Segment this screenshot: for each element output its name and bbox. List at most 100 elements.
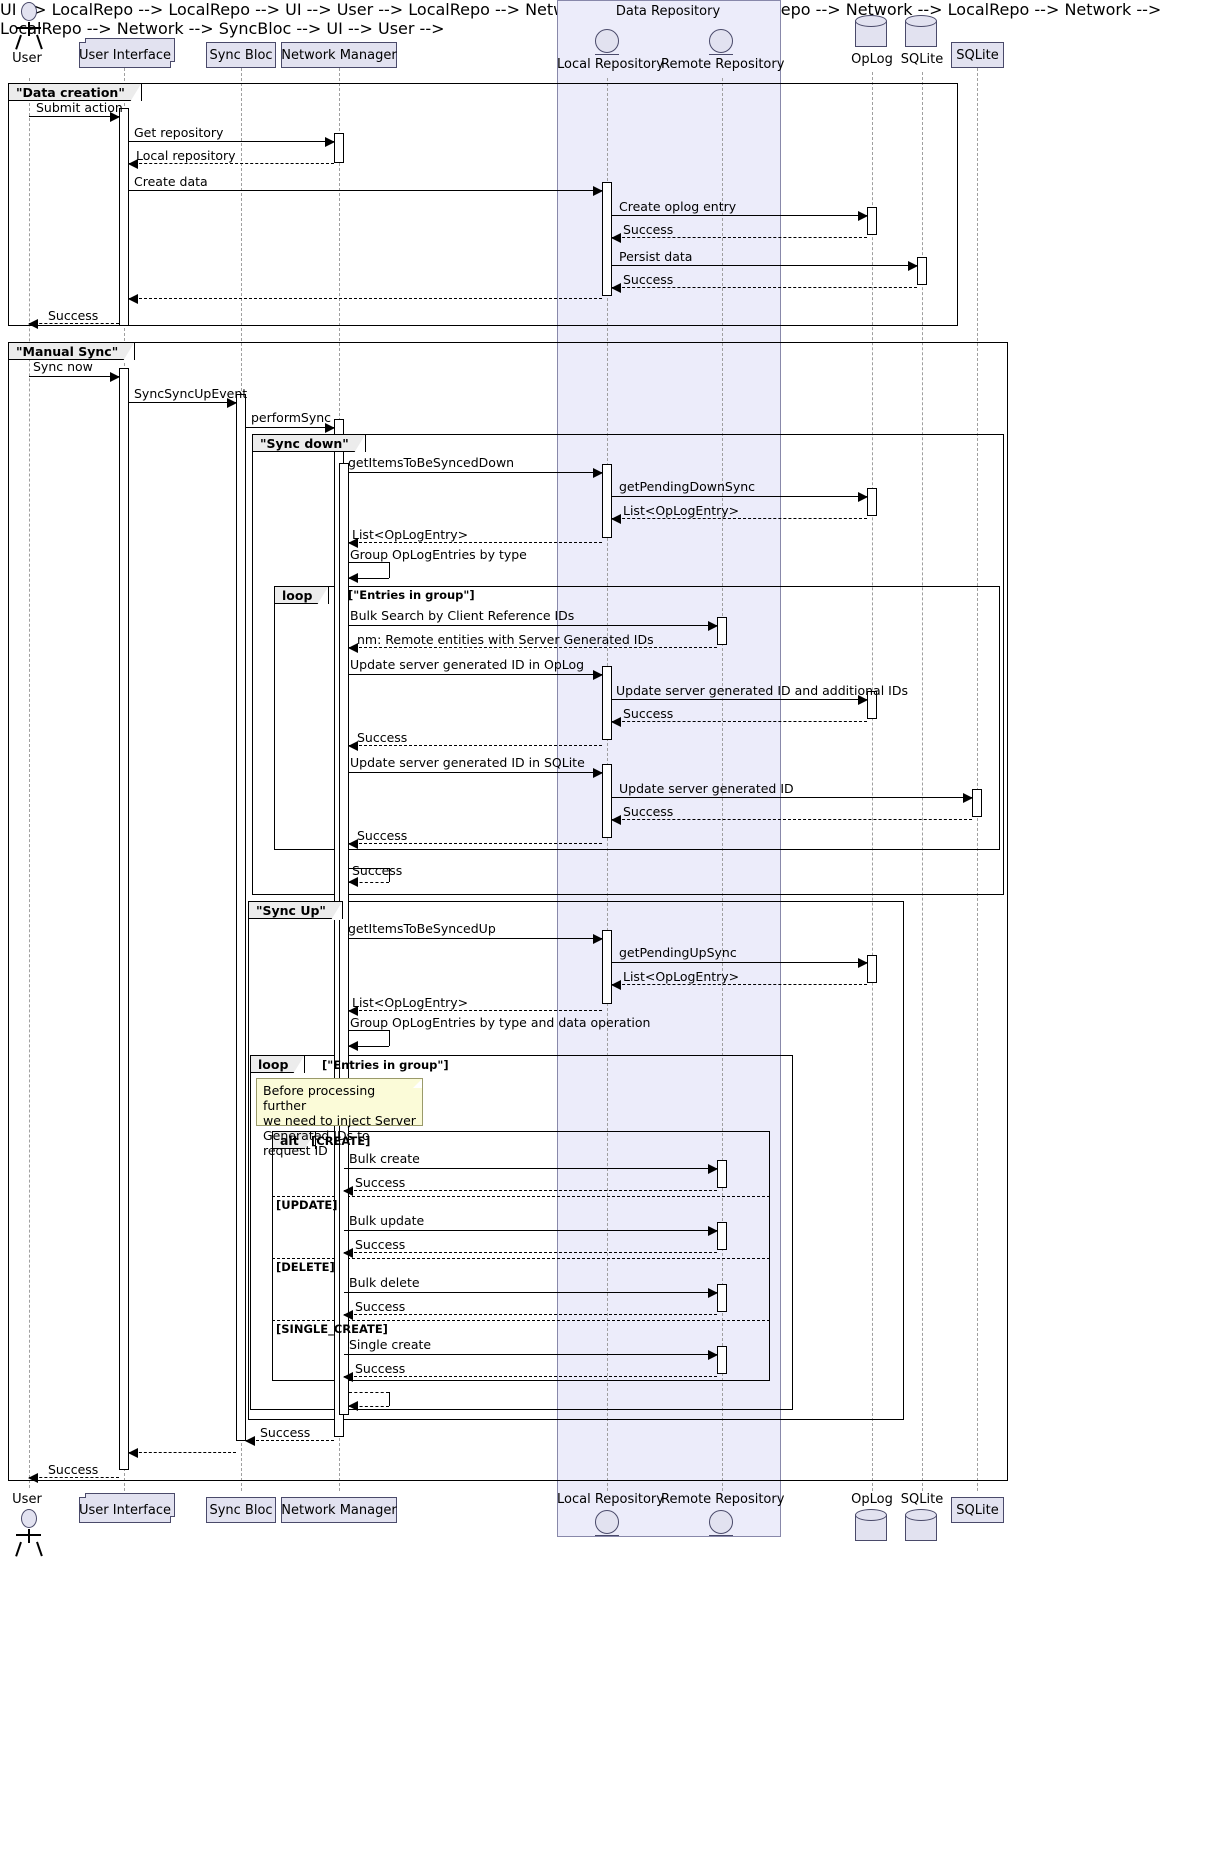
fragment-label-sync-up: "Sync Up": [248, 901, 343, 920]
message-success-bulk-create: [343, 1186, 717, 1196]
message-success-persist: [611, 283, 917, 293]
message-label-update-server-generated-id-and-additional-ids: Update server generated ID and additiona…: [616, 683, 908, 698]
message-single-create: [344, 1350, 718, 1360]
boundary-circle-icon: [595, 29, 619, 53]
message-syncsyncupevent: [129, 398, 237, 408]
arrowhead-left: [348, 1041, 358, 1051]
message-bulk-search-by-client-reference-ids: [349, 621, 718, 631]
message-label-success-oplog-update: Success: [623, 706, 674, 721]
boundary-bar-icon: [709, 54, 733, 55]
database-cylinder-icon: [855, 15, 889, 51]
message-success-manual-sync: [28, 1473, 119, 1483]
arrowhead-right: [858, 492, 868, 502]
boundary-circle-icon: [709, 1510, 733, 1534]
participant-sync-bloc-bottom[interactable]: Sync Bloc: [206, 1497, 276, 1523]
activation-oplog-create: [867, 207, 877, 235]
message-success-update-sqlite: [348, 839, 602, 849]
arrowhead-right: [593, 768, 603, 778]
fragment-label-sync-down: "Sync down": [252, 434, 366, 453]
participant-user-interface-top[interactable]: User Interface: [79, 38, 175, 68]
participant-local-repository-top[interactable]: Local Repository: [557, 29, 664, 72]
activation-syncbloc: [236, 394, 246, 1441]
activation-sqlitedb-persist: [917, 257, 927, 285]
fragment-label-manual-sync: "Manual Sync": [8, 342, 136, 361]
participant-remote-repository-bottom[interactable]: Remote Repository: [661, 1492, 784, 1536]
message-update-server-generated-id-in-sqlite: [349, 768, 603, 778]
message-label-bulk-update: Bulk update: [349, 1213, 425, 1228]
participant-oplog-bottom[interactable]: OpLog: [847, 1492, 897, 1545]
message-local-repository: [128, 159, 334, 169]
activation-localrepo-down: [602, 464, 612, 538]
arrowhead-left: [128, 1448, 138, 1458]
activation-oplog-up: [867, 955, 877, 983]
message-label-update-server-generated-id-in-sqlite: Update server generated ID in SQLite: [350, 755, 585, 770]
message-label-getpendingdownsync: getPendingDownSync: [619, 479, 756, 494]
participant-sqlite-box-bottom[interactable]: SQLite: [951, 1497, 1004, 1523]
arrowhead-right: [858, 958, 868, 968]
message-success-update-oplog: [348, 741, 602, 751]
message-getpendingdownsync: [612, 492, 868, 502]
message-success-bulk-update: [343, 1248, 717, 1258]
activation-localrepo-update-sqlite: [602, 764, 612, 838]
message-label-success-bulk-delete: Success: [355, 1299, 406, 1314]
activation-remoterepo-bulk-update: [717, 1222, 727, 1250]
fragment-condition-loop-sync-up: ["Entries in group"]: [322, 1058, 449, 1072]
boundary-bar-icon: [709, 1535, 733, 1536]
message-get-repository: [129, 137, 335, 147]
arrowhead-right: [593, 670, 603, 680]
message-label-success-data-creation: Success: [48, 308, 99, 323]
activation-remoterepo-bulk-create: [717, 1160, 727, 1188]
message-label-getitemstobesynceddown: getItemsToBeSyncedDown: [348, 455, 515, 470]
actor-head-icon: [21, 2, 37, 21]
message-label-persist-data: Persist data: [619, 249, 693, 264]
participant-label-oplog: OpLog: [851, 52, 893, 67]
message-label-success-sqlite-update: Success: [623, 804, 674, 819]
fragment-label-data-creation: "Data creation": [8, 83, 142, 102]
arrowhead-right: [708, 621, 718, 631]
message-sync-now: [29, 372, 120, 382]
arrowhead-left: [343, 1310, 353, 1320]
message-label-create-oplog-entry: Create oplog entry: [619, 199, 737, 214]
message-label-getpendingupsync: getPendingUpSync: [619, 945, 737, 960]
participant-remote-repository-top[interactable]: Remote Repository: [661, 29, 785, 72]
arrowhead-right: [908, 261, 918, 271]
participant-local-repository-bottom[interactable]: Local Repository: [557, 1492, 664, 1536]
participant-network-manager-bottom[interactable]: Network Manager: [281, 1497, 397, 1523]
message-success-performsync: [245, 1436, 334, 1446]
participant-sqlite-db-bottom[interactable]: SQLite: [897, 1492, 947, 1545]
fragment-label-loop-sync-down: loop: [274, 586, 330, 605]
message-label-update-server-generated-id: Update server generated ID: [619, 781, 794, 796]
arrowhead-right: [325, 137, 335, 147]
arrowhead-left: [611, 980, 621, 990]
database-cylinder-icon: [905, 15, 939, 51]
arrowhead-right: [593, 186, 603, 196]
participant-label-user-bottom: User: [12, 1492, 42, 1507]
participant-user-interface-bottom[interactable]: User Interface: [79, 1493, 175, 1523]
message-label-group-oplogentries-by-type-and-data-operation: Group OpLogEntries by type and data oper…: [350, 1015, 651, 1030]
message-return-create-data: [128, 294, 602, 304]
arrowhead-left: [611, 815, 621, 825]
arrowhead-left: [128, 294, 138, 304]
participant-network-manager-top[interactable]: Network Manager: [281, 42, 397, 68]
fragment-condition-alt-delete: [DELETE]: [276, 1260, 335, 1274]
message-label-bulk-search-by-client-reference-ids: Bulk Search by Client Reference IDs: [350, 608, 575, 623]
participant-sqlite-box-top[interactable]: SQLite: [951, 42, 1004, 68]
participant-sync-bloc-top[interactable]: Sync Bloc: [206, 42, 276, 68]
boundary-bar-icon: [595, 54, 619, 55]
fragment-data-creation: [8, 83, 958, 326]
message-label-bulk-create: Bulk create: [349, 1151, 420, 1166]
participant-label-remote-repository: Remote Repository: [661, 57, 785, 72]
message-success-data-creation: [28, 319, 119, 329]
arrowhead-right: [963, 793, 973, 803]
participant-oplog-top[interactable]: OpLog: [847, 15, 897, 67]
participant-sqlite-db-top[interactable]: SQLite: [897, 15, 947, 67]
activation-localrepo-up: [602, 930, 612, 1004]
participant-label-sqlite-db: SQLite: [900, 52, 944, 67]
message-update-server-generated-id: [612, 793, 973, 803]
fragment-label-loop-sync-up: loop: [250, 1055, 306, 1074]
message-group-oplogentries-by-type: [348, 562, 390, 583]
message-label-remote-entities-with-server-generated-ids: nm: Remote entities with Server Generate…: [357, 632, 654, 647]
participant-label-local-repository: Local Repository: [557, 57, 664, 72]
message-label-success-bulk-update: Success: [355, 1237, 406, 1252]
message-success-syncbloc: [128, 1448, 236, 1458]
